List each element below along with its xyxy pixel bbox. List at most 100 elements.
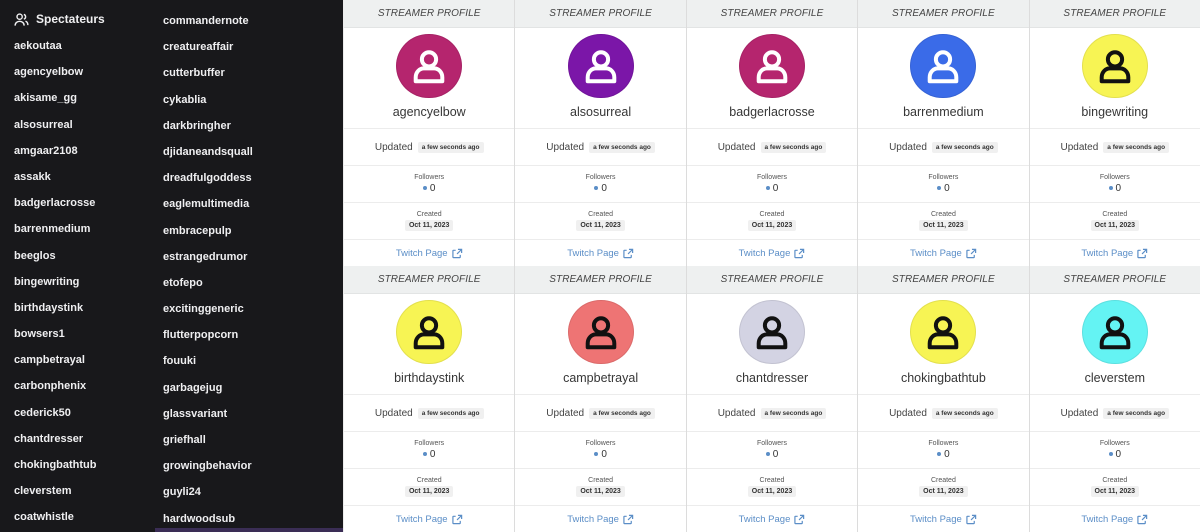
- viewer-item[interactable]: embracepulp: [163, 218, 253, 244]
- updated-time-badge: a few seconds ago: [1103, 407, 1170, 419]
- viewer-item[interactable]: chantdresser: [14, 426, 97, 452]
- viewer-item[interactable]: fouuki: [163, 348, 253, 374]
- status-dot-icon: [1108, 452, 1113, 457]
- viewer-item[interactable]: agencyelbow: [14, 59, 97, 85]
- viewer-item[interactable]: coatwhistle: [14, 504, 97, 530]
- twitch-page-label: Twitch Page: [1081, 247, 1134, 259]
- viewer-item[interactable]: akisame_gg: [14, 85, 97, 111]
- created-date: Oct 11, 2023: [1090, 486, 1140, 498]
- created-label: Created: [759, 211, 785, 219]
- viewer-item[interactable]: amgaar2108: [14, 138, 97, 164]
- user-icon: [582, 313, 620, 351]
- user-icon: [582, 47, 620, 85]
- streamer-name: bingewriting: [1081, 105, 1149, 120]
- twitch-page-link[interactable]: Twitch Page: [515, 239, 686, 266]
- viewer-item[interactable]: beeglos: [14, 243, 97, 269]
- followers-label: Followers: [928, 173, 959, 181]
- followers-count: 0: [944, 448, 950, 460]
- viewer-item[interactable]: cederick50: [14, 400, 97, 426]
- status-dot-icon: [937, 186, 942, 191]
- viewer-item[interactable]: guyli24: [163, 479, 253, 505]
- twitch-page-link[interactable]: Twitch Page: [344, 239, 515, 266]
- viewer-item[interactable]: bingewriting: [14, 269, 97, 295]
- viewer-item[interactable]: garbagejug: [163, 375, 253, 401]
- viewer-item[interactable]: etofepo: [163, 270, 253, 296]
- twitch-page-link[interactable]: Twitch Page: [858, 505, 1029, 532]
- viewer-item[interactable]: campbetrayal: [14, 347, 97, 373]
- viewer-item[interactable]: aekoutaa: [14, 33, 97, 59]
- sidebar-header: Spectateurs: [14, 10, 105, 28]
- streamer-name: badgerlacrosse: [729, 105, 815, 120]
- viewer-item[interactable]: cleverstem: [14, 478, 97, 504]
- twitch-page-link[interactable]: Twitch Page: [858, 239, 1029, 266]
- user-icon: [924, 313, 962, 351]
- avatar: [1081, 33, 1148, 99]
- viewer-item[interactable]: growingbehavior: [163, 453, 253, 479]
- viewer-item[interactable]: flutterpopcorn: [163, 322, 253, 348]
- external-link-icon: [451, 248, 463, 259]
- followers-stat: Followers 0: [686, 430, 858, 468]
- viewer-item[interactable]: cykablia: [163, 87, 253, 113]
- user-icon: [410, 47, 448, 85]
- created-stat: Created Oct 11, 2023: [515, 468, 686, 505]
- followers-value-wrap: 0: [937, 183, 950, 194]
- created-label: Created: [1102, 211, 1128, 219]
- followers-label: Followers: [585, 173, 616, 181]
- followers-stat: Followers 0: [858, 164, 1029, 202]
- streamer-name: chantdresser: [735, 371, 809, 386]
- created-label: Created: [416, 477, 442, 485]
- user-icon: [1096, 47, 1134, 85]
- twitch-page-label: Twitch Page: [910, 513, 962, 525]
- followers-count: 0: [601, 448, 607, 460]
- card-header: STREAMER PROFILE: [686, 266, 858, 294]
- followers-count: 0: [429, 182, 436, 194]
- streamer-name: agencyelbow: [392, 105, 466, 120]
- viewer-item[interactable]: birthdaystink: [14, 295, 97, 321]
- twitch-page-link[interactable]: Twitch Page: [1029, 505, 1200, 532]
- twitch-page-link[interactable]: Twitch Page: [344, 505, 515, 532]
- viewer-item[interactable]: carbonphenix: [14, 373, 97, 399]
- viewer-item[interactable]: alsosurreal: [14, 112, 97, 138]
- followers-label: Followers: [1099, 173, 1130, 181]
- viewer-item[interactable]: barrenmedium: [14, 216, 97, 242]
- viewer-item[interactable]: excitinggeneric: [163, 296, 253, 322]
- created-stat: Created Oct 11, 2023: [1029, 468, 1200, 505]
- viewer-item[interactable]: djidaneandsquall: [163, 139, 253, 165]
- created-stat: Created Oct 11, 2023: [686, 468, 858, 505]
- twitch-page-link[interactable]: Twitch Page: [686, 239, 858, 266]
- viewer-item[interactable]: commandernote: [163, 8, 253, 34]
- viewer-item[interactable]: cutterbuffer: [163, 60, 253, 86]
- streamer-profile-card: STREAMER PROFILE chantdresser Updated a …: [686, 266, 858, 532]
- followers-label: Followers: [414, 173, 445, 181]
- updated-row: Updated a few seconds ago: [344, 394, 515, 430]
- updated-time-badge: a few seconds ago: [417, 407, 484, 419]
- viewer-item[interactable]: bowsers1: [14, 321, 97, 347]
- followers-value-wrap: 0: [1108, 182, 1122, 194]
- followers-value-wrap: 0: [422, 449, 435, 460]
- streamer-name: campbetrayal: [563, 371, 639, 386]
- streamer-profile-card: STREAMER PROFILE campbetrayal Updated a …: [515, 266, 686, 532]
- twitch-page-link[interactable]: Twitch Page: [1029, 239, 1200, 266]
- viewer-item[interactable]: chokingbathtub: [14, 452, 97, 478]
- external-link-icon: [451, 514, 463, 525]
- twitch-page-link[interactable]: Twitch Page: [686, 505, 858, 532]
- card-header: STREAMER PROFILE: [1029, 266, 1200, 294]
- streamer-profile-card: STREAMER PROFILE birthdaystink Updated a…: [344, 266, 515, 532]
- followers-count: 0: [1115, 182, 1122, 194]
- viewer-item[interactable]: griefhall: [163, 427, 253, 453]
- viewer-item[interactable]: badgerlacrosse: [14, 190, 97, 216]
- external-link-icon: [794, 514, 805, 525]
- viewer-item[interactable]: glassvariant: [163, 401, 253, 427]
- viewer-item[interactable]: dreadfulgoddess: [163, 165, 253, 191]
- viewer-list-column-2: commandernote creatureaffair cutterbuffer c…: [163, 8, 253, 532]
- created-date: Oct 11, 2023: [404, 486, 454, 498]
- viewer-item[interactable]: darkbringher: [163, 113, 253, 139]
- created-stat: Created Oct 11, 2023: [858, 202, 1029, 239]
- created-date: Oct 11, 2023: [404, 220, 454, 232]
- twitch-page-link[interactable]: Twitch Page: [515, 505, 686, 532]
- viewer-item[interactable]: creatureaffair: [163, 34, 253, 60]
- viewer-item[interactable]: estrangedrumor: [163, 244, 253, 270]
- viewer-item[interactable]: assakk: [14, 164, 97, 190]
- viewer-item[interactable]: eaglemultimedia: [163, 191, 253, 217]
- external-link-icon: [966, 248, 977, 259]
